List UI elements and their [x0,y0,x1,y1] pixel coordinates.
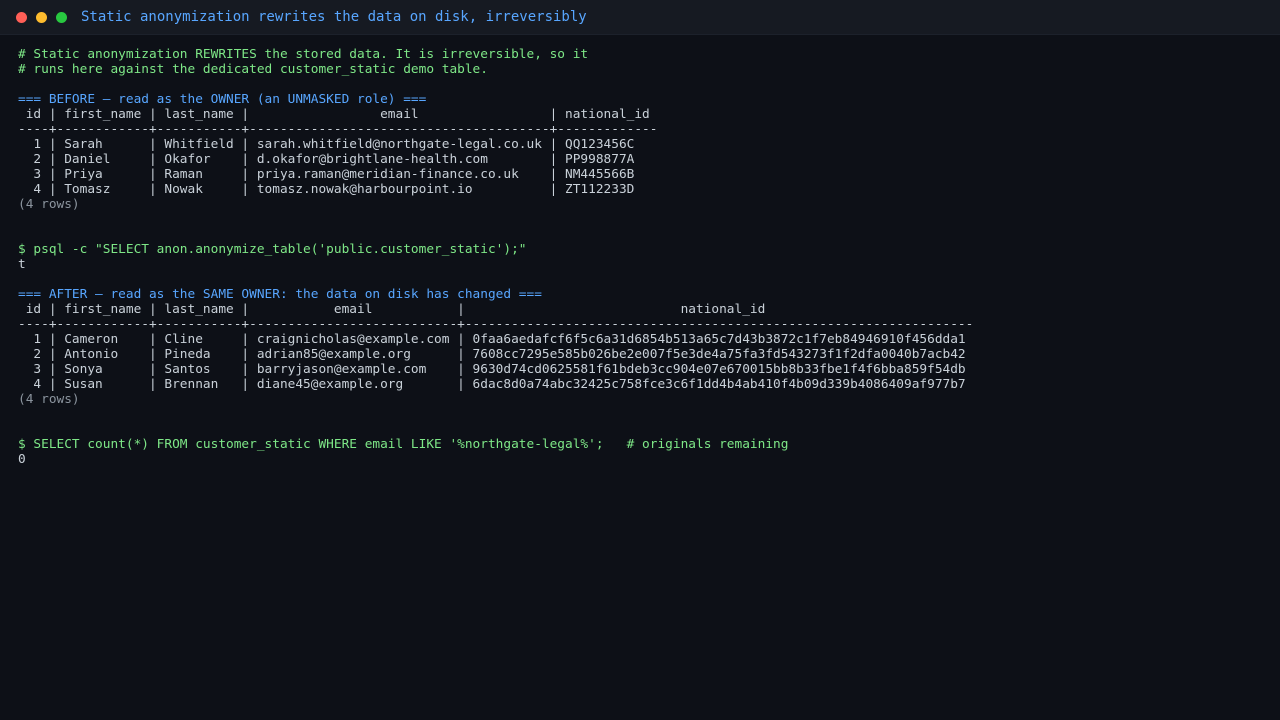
terminal-line-out: 2 | Daniel | Okafor | d.okafor@brightlan… [18,152,635,167]
maximize-icon[interactable] [56,11,67,23]
terminal-line-dim: (4 rows) [18,392,80,407]
terminal-line-out: ----+------------+-----------+----------… [18,122,658,137]
terminal-line-out: 4 | Tomasz | Nowak | tomasz.nowak@harbou… [18,182,635,197]
terminal-line-out: ----+------------+-----------+----------… [18,317,974,332]
terminal-line-command: $ SELECT count(*) FROM customer_static W… [18,437,789,452]
terminal-line-out: 0 [18,452,26,467]
terminal-line-comment: # Static anonymization REWRITES the stor… [18,47,589,62]
terminal-line-out: id | first_name | last_name | email | na… [18,107,650,122]
minimize-icon[interactable] [36,11,47,23]
terminal-line-comment: # runs here against the dedicated custom… [18,62,488,77]
terminal-line-out: 1 | Sarah | Whitfield | sarah.whitfield@… [18,137,635,152]
window-title: Static anonymization rewrites the data o… [81,9,587,25]
terminal-line-header: === AFTER — read as the SAME OWNER: the … [18,287,542,302]
terminal-line-out: 3 | Sonya | Santos | barryjason@example.… [18,362,966,377]
window-controls [16,11,76,23]
terminal-output[interactable]: # Static anonymization REWRITES the stor… [18,47,1280,467]
terminal-line-header: === BEFORE — read as the OWNER (an UNMAS… [18,92,427,107]
terminal-line-out: 4 | Susan | Brennan | diane45@example.or… [18,377,966,392]
terminal-line-out: 2 | Antonio | Pineda | adrian85@example.… [18,347,966,362]
terminal-line-out: 3 | Priya | Raman | priya.raman@meridian… [18,167,635,182]
terminal-line-dim: (4 rows) [18,197,80,212]
terminal-line-out: 1 | Cameron | Cline | craignicholas@exam… [18,332,966,347]
terminal-line-out: t [18,257,26,272]
terminal-line-out: id | first_name | last_name | email | na… [18,302,766,317]
title-bar: Static anonymization rewrites the data o… [0,0,1280,35]
terminal-line-command: $ psql -c "SELECT anon.anonymize_table('… [18,242,527,257]
terminal-window: Static anonymization rewrites the data o… [0,0,1280,720]
close-icon[interactable] [16,11,27,23]
